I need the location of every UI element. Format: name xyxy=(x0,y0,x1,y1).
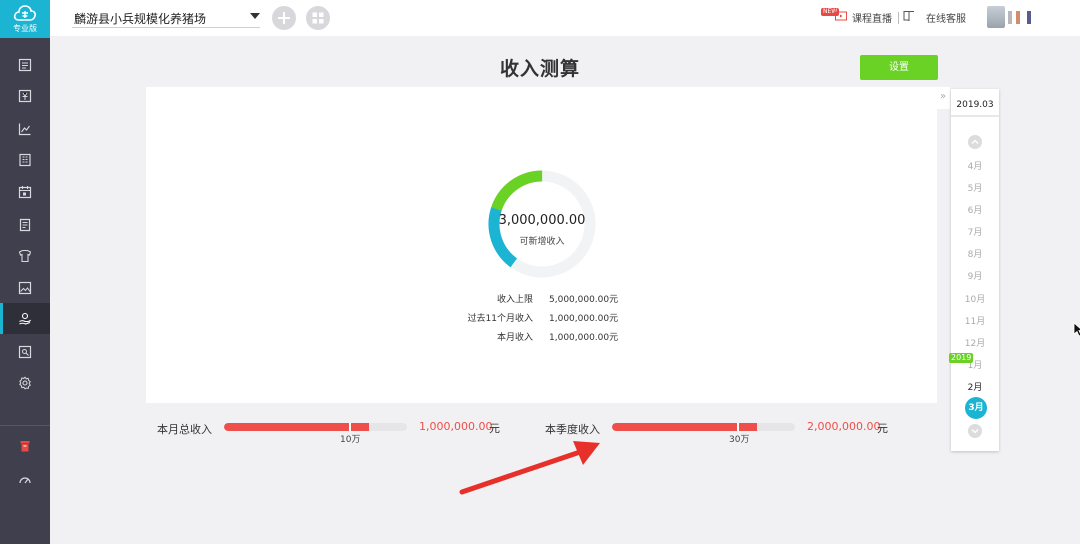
avatar[interactable] xyxy=(987,6,1005,28)
color-bar xyxy=(1027,11,1031,24)
mouse-cursor-icon xyxy=(1073,322,1080,337)
stat-label-month: 本月收入 xyxy=(496,333,533,343)
sidebar-item-recycle[interactable] xyxy=(0,430,50,461)
bar-marker xyxy=(349,423,351,431)
calendar-icon xyxy=(18,185,32,198)
month-item[interactable]: 2月 xyxy=(951,380,999,393)
cloud-logo-icon xyxy=(13,5,37,21)
caret-down-icon xyxy=(250,13,260,19)
page-title: 收入测算 xyxy=(499,58,580,80)
tshirt-icon xyxy=(18,249,32,262)
monthly-amount: 1,000,000.00 xyxy=(419,420,493,433)
top-bar: 麟游县小兵规模化养猪场 NEW 课程直播 在线客服 xyxy=(50,0,1080,36)
monthly-tick-label: 10万 xyxy=(340,435,361,445)
month-item[interactable]: 10月 xyxy=(951,292,999,305)
month-item[interactable]: 12月 xyxy=(951,336,999,349)
dashboard-icon xyxy=(19,476,31,483)
stat-value-month: 1,000,000.00元 xyxy=(549,333,619,343)
divider xyxy=(898,12,899,24)
ledger-icon xyxy=(18,58,32,71)
quarterly-amount: 2,000,000.00 xyxy=(807,420,881,433)
gauge-value: 3,000,000.00 xyxy=(498,213,586,228)
book-icon xyxy=(903,11,914,22)
search-doc-icon xyxy=(18,345,32,358)
monthly-unit: 元 xyxy=(489,422,500,435)
gear-icon xyxy=(19,375,31,389)
month-item[interactable]: 7月 xyxy=(951,225,999,238)
chevron-down-icon xyxy=(971,429,979,434)
scroll-down-button[interactable] xyxy=(968,424,982,438)
selected-month[interactable]: 3月 xyxy=(965,397,987,419)
sidebar: 专业版 xyxy=(0,0,50,544)
sidebar-item-assets[interactable] xyxy=(0,144,50,175)
color-bar xyxy=(1008,11,1012,24)
tv-icon xyxy=(835,11,847,21)
quarterly-tick-label: 30万 xyxy=(729,435,750,445)
chart-icon xyxy=(18,123,31,135)
sidebar-item-documents[interactable] xyxy=(0,209,50,240)
voucher-icon xyxy=(18,89,32,102)
document-icon xyxy=(19,218,31,231)
sidebar-item-reports[interactable] xyxy=(0,113,50,144)
apps-button[interactable] xyxy=(306,6,330,30)
building-icon xyxy=(19,153,31,166)
quarterly-unit: 元 xyxy=(877,422,888,435)
month-item[interactable]: 9月 xyxy=(951,269,999,282)
sidebar-item-calendar[interactable] xyxy=(0,176,50,207)
month-picker: 2019.03 4月 5月 6月 7月 8月 9月 10月 11月 12月 1月… xyxy=(951,89,999,451)
online-service-link[interactable]: 在线客服 xyxy=(926,10,966,25)
gauge-label: 可新增收入 xyxy=(519,237,565,247)
calendar-collapse-button[interactable]: » xyxy=(936,87,950,109)
logo-text: 专业版 xyxy=(13,24,37,33)
trash-icon xyxy=(20,440,30,451)
stat-label-past: 过去11个月收入 xyxy=(467,314,533,324)
farm-selector[interactable]: 麟游县小兵规模化养猪场 xyxy=(72,8,260,28)
month-item[interactable]: 6月 xyxy=(951,203,999,216)
month-item[interactable]: 5月 xyxy=(951,181,999,194)
quarterly-progress-fill xyxy=(612,423,757,431)
add-button[interactable] xyxy=(272,6,296,30)
current-period: 2019.03 xyxy=(951,93,999,117)
chevron-up-icon xyxy=(971,139,979,144)
sidebar-item-audit[interactable] xyxy=(0,336,50,367)
monthly-income-label: 本月总收入 xyxy=(157,423,212,436)
income-card: 3,000,000.00 可新增收入 收入上限 5,000,000.00元 过去… xyxy=(146,87,937,403)
live-course-link[interactable]: 课程直播 xyxy=(852,10,892,25)
stat-value-cap: 5,000,000.00元 xyxy=(549,295,619,305)
sidebar-item-gallery[interactable] xyxy=(0,272,50,303)
farm-name: 麟游县小兵规模化养猪场 xyxy=(74,12,207,26)
sidebar-item-settings[interactable] xyxy=(0,367,50,398)
stat-value-past: 1,000,000.00元 xyxy=(549,314,619,324)
sidebar-item-ledger[interactable] xyxy=(0,49,50,80)
sidebar-item-inventory[interactable] xyxy=(0,240,50,271)
sidebar-divider xyxy=(0,425,50,426)
month-item[interactable]: 11月 xyxy=(951,314,999,327)
app-logo[interactable]: 专业版 xyxy=(0,0,50,38)
hand-coin-icon xyxy=(19,312,31,325)
month-item[interactable]: 8月 xyxy=(951,247,999,260)
grid-icon xyxy=(312,12,324,24)
annotation-arrow xyxy=(459,441,600,495)
settings-button[interactable]: 设置 xyxy=(860,55,938,80)
monthly-progress-fill xyxy=(224,423,369,431)
image-icon xyxy=(18,281,32,294)
sidebar-item-voucher[interactable] xyxy=(0,80,50,111)
scroll-up-button[interactable] xyxy=(968,135,982,149)
year-tag: 2019 xyxy=(949,353,974,363)
stat-label-cap: 收入上限 xyxy=(496,295,533,305)
color-bar xyxy=(1016,11,1020,24)
month-item[interactable]: 4月 xyxy=(951,159,999,172)
sidebar-item-income[interactable] xyxy=(0,303,50,334)
bar-marker xyxy=(737,423,739,431)
quarterly-progress-bar xyxy=(612,423,795,431)
monthly-progress-bar xyxy=(224,423,407,431)
sidebar-item-dashboard[interactable] xyxy=(0,463,50,494)
plus-icon xyxy=(278,12,290,24)
